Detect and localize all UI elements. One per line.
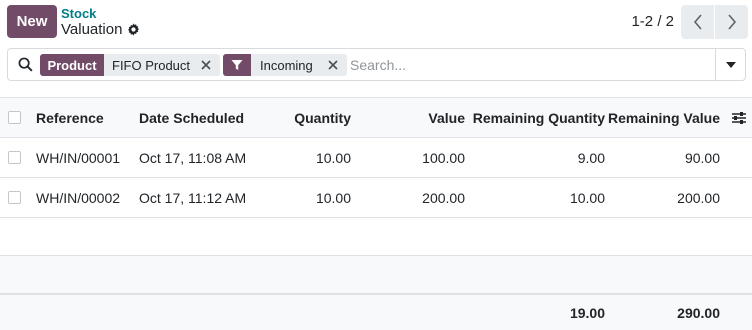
column-header-date-scheduled[interactable]: Date Scheduled [139, 98, 244, 137]
search-input[interactable] [350, 53, 710, 77]
column-options-icon[interactable] [731, 111, 747, 125]
table-footer-totals: 19.00 290.00 [0, 294, 752, 330]
column-header-value[interactable]: Value [380, 98, 465, 137]
facet-label: Product [40, 54, 104, 76]
cell-date-scheduled: Oct 17, 11:08 AM [139, 149, 247, 166]
chevron-right-icon [727, 14, 736, 30]
close-icon [201, 60, 211, 70]
cell-remaining-quantity: 10.00 [569, 189, 605, 206]
cell-remaining-value: 200.00 [677, 189, 720, 206]
pager-value[interactable]: 1-2 / 2 [631, 13, 674, 30]
cell-remaining-value: 90.00 [684, 149, 720, 166]
total-remaining-value: 290.00 [677, 304, 720, 321]
caret-down-icon [725, 61, 736, 68]
column-header-remaining-value[interactable]: Remaining Value [608, 98, 720, 137]
cell-quantity: 10.00 [315, 149, 351, 166]
breadcrumb-stock[interactable]: Stock [61, 6, 96, 21]
facet-remove-button[interactable] [319, 54, 347, 76]
select-all-checkbox[interactable] [8, 110, 21, 124]
table-row[interactable]: WH/IN/00001 Oct 17, 11:08 AM 10.00 100.0… [0, 138, 752, 178]
empty-row [0, 256, 752, 294]
chevron-left-icon [693, 14, 702, 30]
row-checkbox[interactable] [8, 150, 21, 164]
cell-quantity: 10.00 [315, 189, 351, 206]
facet-filter-incoming: Incoming [223, 54, 347, 76]
cell-value: 100.00 [422, 149, 465, 166]
total-remaining-quantity: 19.00 [569, 304, 605, 321]
facet-value: FIFO Product [104, 54, 192, 76]
new-button[interactable]: New [7, 5, 57, 38]
cell-reference: WH/IN/00001 [36, 149, 121, 166]
search-icon[interactable] [18, 57, 33, 72]
cell-reference: WH/IN/00002 [36, 189, 121, 206]
column-header-reference[interactable]: Reference [36, 98, 104, 137]
gear-icon[interactable] [127, 23, 140, 36]
table-row[interactable]: WH/IN/00002 Oct 17, 11:12 AM 10.00 200.0… [0, 178, 752, 218]
cell-date-scheduled: Oct 17, 11:12 AM [139, 189, 247, 206]
cell-value: 200.00 [422, 189, 465, 206]
table-header-row: Reference Date Scheduled Quantity Value … [0, 97, 752, 138]
column-header-quantity[interactable]: Quantity [260, 98, 351, 137]
control-panel: New Stock Valuation 1-2 / 2 [0, 0, 752, 44]
pager-next-button[interactable] [715, 5, 748, 39]
column-header-remaining-quantity[interactable]: Remaining Quantity [473, 98, 605, 137]
page-title: Valuation [61, 21, 123, 38]
facet-remove-button[interactable] [192, 54, 220, 76]
search-options-toggle[interactable] [715, 49, 745, 80]
facet-product: Product FIFO Product [40, 54, 220, 76]
pager-previous-button[interactable] [681, 5, 714, 39]
search-bar[interactable]: Product FIFO Product Incoming [7, 48, 746, 81]
close-icon [328, 60, 338, 70]
facet-value: Incoming [251, 54, 319, 76]
empty-row [0, 218, 752, 256]
breadcrumb-current: Valuation [61, 21, 140, 38]
row-checkbox[interactable] [8, 190, 21, 204]
filter-icon [223, 54, 251, 76]
cell-remaining-quantity: 9.00 [577, 149, 605, 166]
